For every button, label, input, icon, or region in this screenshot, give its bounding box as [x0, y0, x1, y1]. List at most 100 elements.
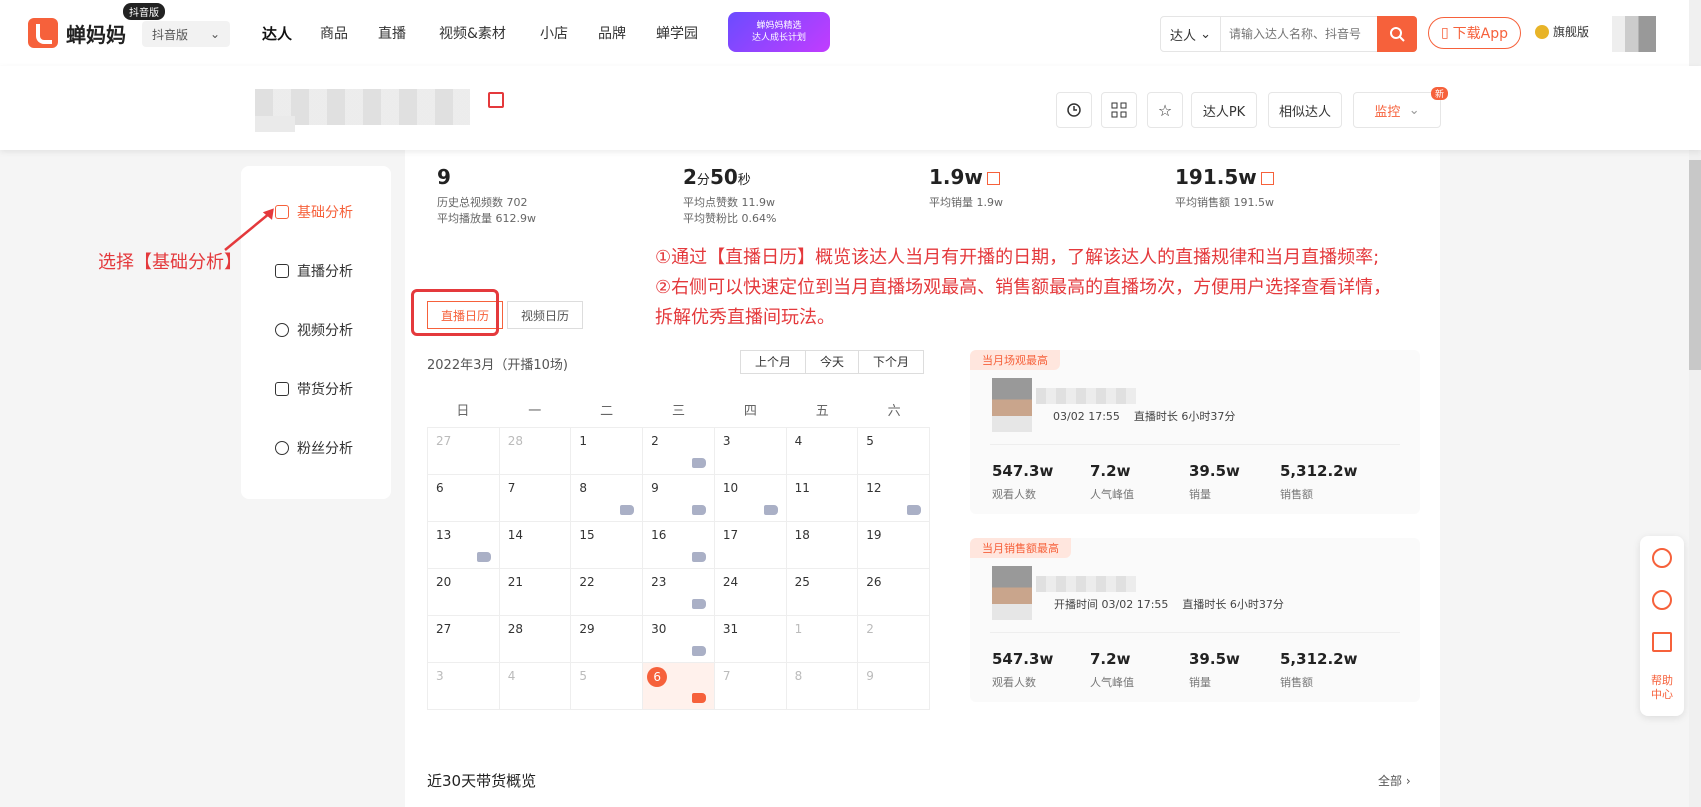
- monitor-button[interactable]: 监控 ⌄: [1353, 92, 1441, 128]
- weibo-icon[interactable]: [1652, 548, 1672, 568]
- qr-button[interactable]: [1101, 92, 1137, 128]
- calendar-day[interactable]: 25: [786, 569, 859, 616]
- download-app-button[interactable]: ▯ 下载App: [1428, 17, 1521, 49]
- calendar-day[interactable]: 27: [428, 616, 500, 663]
- logo-icon: [28, 18, 58, 48]
- calendar-day[interactable]: 12: [858, 475, 930, 522]
- live-session-icon[interactable]: [691, 693, 706, 703]
- calendar-day[interactable]: 17: [714, 522, 787, 569]
- flagship-badge[interactable]: 旗舰版: [1535, 23, 1589, 40]
- live-session-icon[interactable]: [476, 552, 491, 562]
- calendar-day[interactable]: 16: [643, 522, 715, 569]
- calendar-day[interactable]: 7: [499, 475, 572, 522]
- platform-badge: 抖音版: [123, 3, 165, 20]
- best-sales-card[interactable]: 当月销售额最高 开播时间 03/02 17:55 直播时长 6小时37分 547…: [970, 538, 1420, 702]
- calendar-day[interactable]: 15: [571, 522, 644, 569]
- stat-video-count: 9 历史总视频数 702 平均播放量 612.9w: [437, 165, 536, 225]
- logo[interactable]: 蝉妈妈: [28, 18, 126, 48]
- live-session-icon[interactable]: [691, 646, 706, 656]
- live-session-icon[interactable]: [763, 505, 778, 515]
- nav-item-live[interactable]: 直播: [378, 23, 406, 43]
- calendar-day[interactable]: 19: [858, 522, 930, 569]
- calendar-day[interactable]: 23: [643, 569, 715, 616]
- nav-item-talent[interactable]: 达人: [262, 23, 292, 44]
- calendar-day[interactable]: 8: [786, 663, 859, 710]
- qr-code-icon[interactable]: [1652, 632, 1672, 652]
- trend-icon[interactable]: [1260, 172, 1274, 185]
- menu-basic-analysis[interactable]: 基础分析: [275, 202, 353, 222]
- calendar-day[interactable]: 2: [643, 428, 715, 475]
- chat-icon[interactable]: [1652, 590, 1672, 610]
- calendar-day[interactable]: 21: [499, 569, 572, 616]
- best-views-card[interactable]: 当月场观最高 03/02 17:55 直播时长 6小时37分 547.3w 观看人…: [970, 350, 1420, 514]
- menu-video-analysis[interactable]: 视频分析: [275, 320, 353, 340]
- see-all-link[interactable]: 全部 ›: [1378, 772, 1411, 789]
- calendar-day[interactable]: 31: [714, 616, 787, 663]
- user-avatar[interactable]: [1612, 16, 1656, 52]
- calendar-day[interactable]: 13: [428, 522, 500, 569]
- search-type-select[interactable]: 达人 ⌄: [1161, 17, 1221, 51]
- calendar-day[interactable]: 20: [428, 569, 500, 616]
- prev-month-button[interactable]: 上个月: [741, 351, 807, 373]
- calendar-day[interactable]: 6: [428, 475, 500, 522]
- divider: [990, 632, 1400, 633]
- calendar-day[interactable]: 28: [499, 616, 572, 663]
- talent-pk-button[interactable]: 达人PK: [1191, 92, 1257, 128]
- calendar-day[interactable]: 30: [643, 616, 715, 663]
- nav-item-shop[interactable]: 小店: [540, 23, 568, 43]
- calendar-day[interactable]: 26: [858, 569, 930, 616]
- next-month-button[interactable]: 下个月: [859, 351, 923, 373]
- calendar-day[interactable]: 14: [499, 522, 572, 569]
- favorite-button[interactable]: ☆: [1147, 92, 1183, 128]
- calendar-day[interactable]: 5: [571, 663, 644, 710]
- trend-icon[interactable]: [986, 172, 1000, 185]
- nav-item-products[interactable]: 商品: [320, 23, 348, 43]
- scrollbar-thumb[interactable]: [1689, 160, 1701, 370]
- version-select[interactable]: 抖音版 ⌄: [142, 21, 230, 47]
- calendar-day[interactable]: 18: [786, 522, 859, 569]
- calendar-day[interactable]: 5: [858, 428, 930, 475]
- live-session-icon[interactable]: [691, 599, 706, 609]
- live-session-icon[interactable]: [691, 552, 706, 562]
- annotation-select-basic: 选择【基础分析】: [98, 252, 242, 273]
- calendar-day[interactable]: 22: [571, 569, 644, 616]
- calendar-day[interactable]: 4: [499, 663, 572, 710]
- tab-video-calendar[interactable]: 视频日历: [507, 301, 583, 329]
- stat-sales: 1.9w 平均销量 1.9w: [929, 165, 1003, 209]
- calendar-day[interactable]: 9: [643, 475, 715, 522]
- calendar-day[interactable]: 27: [428, 428, 500, 475]
- menu-fans-analysis[interactable]: 粉丝分析: [275, 438, 353, 458]
- calendar-day[interactable]: 24: [714, 569, 787, 616]
- nav-item-academy[interactable]: 蝉学园: [656, 23, 698, 43]
- calendar-day[interactable]: 28: [499, 428, 572, 475]
- calendar-day[interactable]: 2: [858, 616, 930, 663]
- today-button[interactable]: 今天: [806, 351, 860, 373]
- promo-banner[interactable]: 蝉妈妈精选 达人成长计划: [728, 12, 830, 52]
- calendar-day[interactable]: 3: [428, 663, 500, 710]
- live-session-icon[interactable]: [620, 505, 635, 515]
- calendar-day[interactable]: 8: [571, 475, 644, 522]
- menu-live-analysis[interactable]: 直播分析: [275, 261, 353, 281]
- best-views-tag: 当月场观最高: [970, 350, 1060, 370]
- nav-item-video-material[interactable]: 视频&素材: [439, 23, 506, 43]
- calendar-day[interactable]: 1: [786, 616, 859, 663]
- calendar-day-today[interactable]: 6: [643, 663, 715, 710]
- calendar-day[interactable]: 9: [858, 663, 930, 710]
- calendar-day[interactable]: 4: [786, 428, 859, 475]
- calendar-day[interactable]: 1: [571, 428, 644, 475]
- live-session-icon[interactable]: [907, 505, 921, 515]
- calendar-title: 2022年3月（开播10场): [427, 358, 568, 373]
- calendar-day[interactable]: 7: [714, 663, 787, 710]
- search-button[interactable]: [1377, 16, 1417, 52]
- calendar-day[interactable]: 3: [714, 428, 787, 475]
- nav-item-brand[interactable]: 品牌: [598, 23, 626, 43]
- calendar-day[interactable]: 29: [571, 616, 644, 663]
- menu-sales-analysis[interactable]: 带货分析: [275, 379, 353, 399]
- calendar-day[interactable]: 11: [786, 475, 859, 522]
- help-center-link[interactable]: 帮助中心: [1648, 674, 1676, 702]
- calendar-day[interactable]: 10: [714, 475, 787, 522]
- live-session-icon[interactable]: [691, 505, 706, 515]
- similar-talent-button[interactable]: 相似达人: [1268, 92, 1342, 128]
- live-session-icon[interactable]: [691, 458, 706, 468]
- history-button[interactable]: [1056, 92, 1092, 128]
